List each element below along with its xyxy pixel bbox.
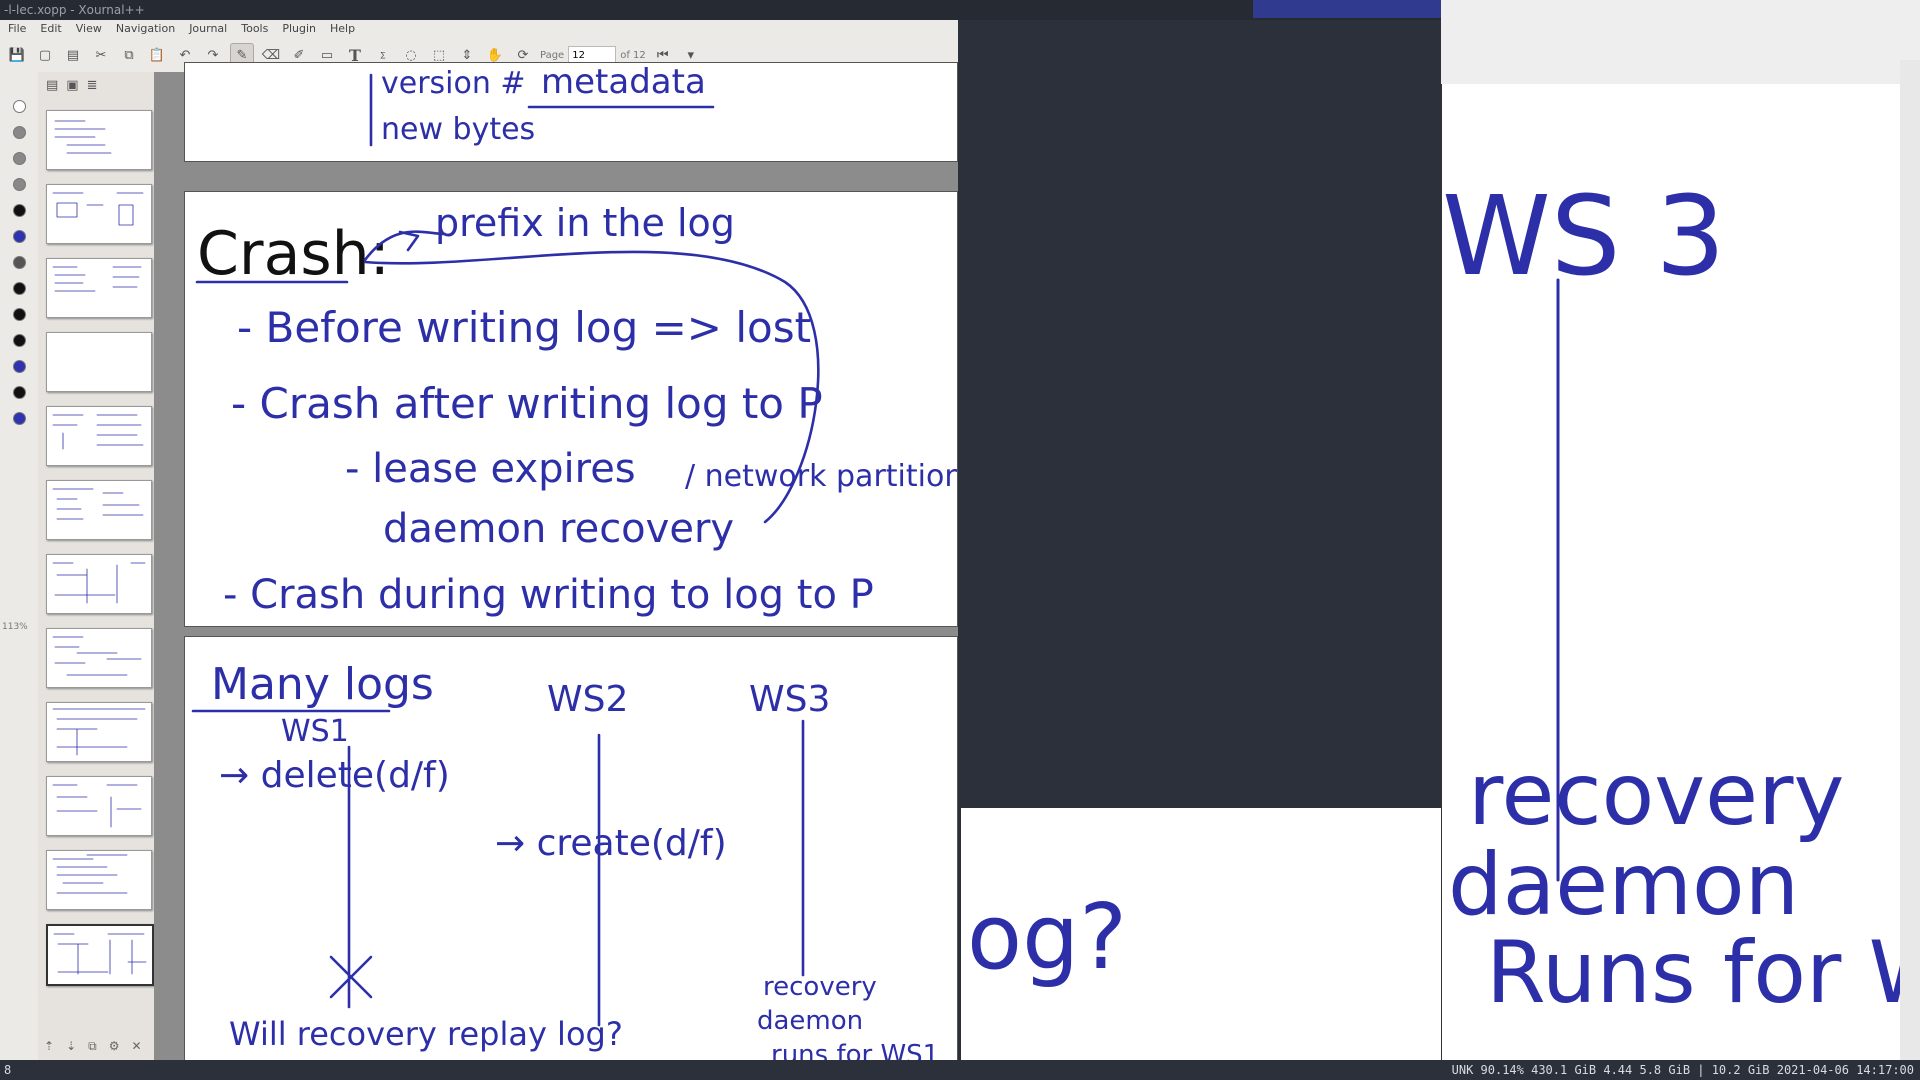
crash-title: Crash: [197,219,390,289]
ws3-label: WS3 [749,679,830,720]
ws2-label: WS2 [547,679,628,720]
crash-item1: - Before writing log => lost [237,303,811,352]
page-thumbnail[interactable] [46,850,152,910]
menu-edit[interactable]: Edit [40,20,61,38]
color-swatch[interactable] [13,334,26,347]
color-swatch[interactable] [13,152,26,165]
page-previous[interactable]: version # new bytes metadata [184,62,958,162]
tool-column [0,72,38,1060]
copy-icon[interactable]: ⧉ [118,44,140,66]
page-label: Page [540,49,565,61]
right-runs: Runs for WS1 [1486,923,1901,1023]
duplicate-page-icon[interactable]: ⧉ [88,1039,97,1054]
xournal-window: File Edit View Navigation Journal Tools … [0,20,975,1080]
cut-icon[interactable]: ✂ [90,44,112,66]
page-thumbnail[interactable] [46,184,152,244]
menu-plugin[interactable]: Plugin [282,20,316,38]
delete-op: → delete(d/f) [219,755,450,796]
move-up-icon[interactable]: ⇡ [44,1039,54,1053]
menu-help[interactable]: Help [330,20,355,38]
page-thumbnail[interactable] [46,406,152,466]
scrollbar[interactable] [1900,60,1920,1060]
color-swatch[interactable] [13,230,26,243]
zoom-level: 113% [2,622,28,632]
page-thumbnail[interactable] [46,628,152,688]
color-swatch[interactable] [13,126,26,139]
crash-item2: - Crash after writing log to P [231,379,823,428]
sidebar-actions: ⇡ ⇣ ⧉ ⚙ ✕ [38,1032,160,1060]
page-thumbnail[interactable] [46,480,152,540]
color-swatch[interactable] [13,282,26,295]
status-bar: 8 UNK 90.14% 430.1 GiB 4.44 5.8 GiB | 10… [0,1060,1920,1080]
page-total: of 12 [620,49,646,61]
color-swatch[interactable] [13,308,26,321]
zoom-fragment: og? [967,885,1127,990]
crash-item4: daemon recovery [383,506,734,552]
menu-file[interactable]: File [8,20,26,38]
page-thumbnail[interactable] [46,702,152,762]
menu-view[interactable]: View [76,20,102,38]
prefix-note: prefix in the log [435,201,735,245]
tab-index-icon[interactable]: ≣ [87,78,98,93]
page-crash-notes[interactable]: Crash: prefix in the log - Before writin… [184,191,975,627]
color-swatch[interactable] [13,412,26,425]
settings-icon[interactable]: ⚙ [109,1039,120,1053]
menu-bar: File Edit View Navigation Journal Tools … [0,20,966,38]
color-swatch[interactable] [13,204,26,217]
menu-tools[interactable]: Tools [241,20,268,38]
page1-line3: metadata [541,63,706,102]
tab-pages-icon[interactable]: ▤ [46,78,58,93]
tab-layers-icon[interactable]: ▣ [66,78,78,93]
page-many-logs[interactable]: Many logs WS1 WS2 WS3 → delete(d/f) → cr… [184,636,958,1076]
crash-item5: - Crash during writing to log to P [223,572,874,618]
page-thumbnail[interactable] [46,776,152,836]
page-thumbnail[interactable] [46,110,152,170]
page1-line2: new bytes [381,112,535,147]
paste-icon[interactable]: 📋 [146,44,168,66]
right-ws3: WS 3 [1442,172,1726,300]
crash-item3b: / network partition) [685,459,957,494]
magnified-page[interactable]: WS 3 recovery daemon Runs for WS1 [1441,84,1920,1060]
replay-question: Will recovery replay log? [229,1015,623,1053]
system-info: UNK 90.14% 430.1 GiB 4.44 5.8 GiB | 10.2… [1451,1063,1914,1077]
many-logs-title: Many logs [211,659,434,710]
recovery-line2: daemon [757,1006,863,1036]
menu-journal[interactable]: Journal [189,20,227,38]
zoom-preview: og? [961,808,1441,1060]
right-daemon: daemon [1448,835,1799,935]
menu-navigation[interactable]: Navigation [116,20,175,38]
color-swatch[interactable] [13,178,26,191]
close-icon[interactable]: ✕ [131,1039,141,1053]
page1-line1: version # [381,66,526,101]
new-page-icon[interactable]: ▢ [34,44,56,66]
color-swatch[interactable] [13,256,26,269]
color-swatch[interactable] [13,360,26,373]
page-thumbnail[interactable] [46,258,152,318]
open-icon[interactable]: ▤ [62,44,84,66]
move-down-icon[interactable]: ⇣ [66,1039,76,1053]
save-icon[interactable]: 💾 [6,44,28,66]
document-canvas: version # new bytes metadata Crash: pref… [154,62,975,1080]
page-thumbnail-current[interactable] [46,924,154,986]
sidebar-tabs: ▤ ▣ ≣ [46,78,98,93]
page-preview-sidebar: ▤ ▣ ≣ [38,72,154,1060]
right-recovery: recovery [1468,745,1844,845]
window-title: -l-lec.xopp - Xournal++ [4,3,145,17]
recovery-line1: recovery [763,972,877,1002]
workspace-number[interactable]: 8 [4,1060,11,1080]
page-thumbnail[interactable] [46,332,152,392]
crash-item3: - lease expires [345,446,636,492]
create-op: → create(d/f) [495,823,727,864]
page-thumbnail[interactable] [46,554,152,614]
color-swatch[interactable] [13,386,26,399]
ws1-label: WS1 [281,714,349,749]
color-swatch[interactable] [13,100,26,113]
